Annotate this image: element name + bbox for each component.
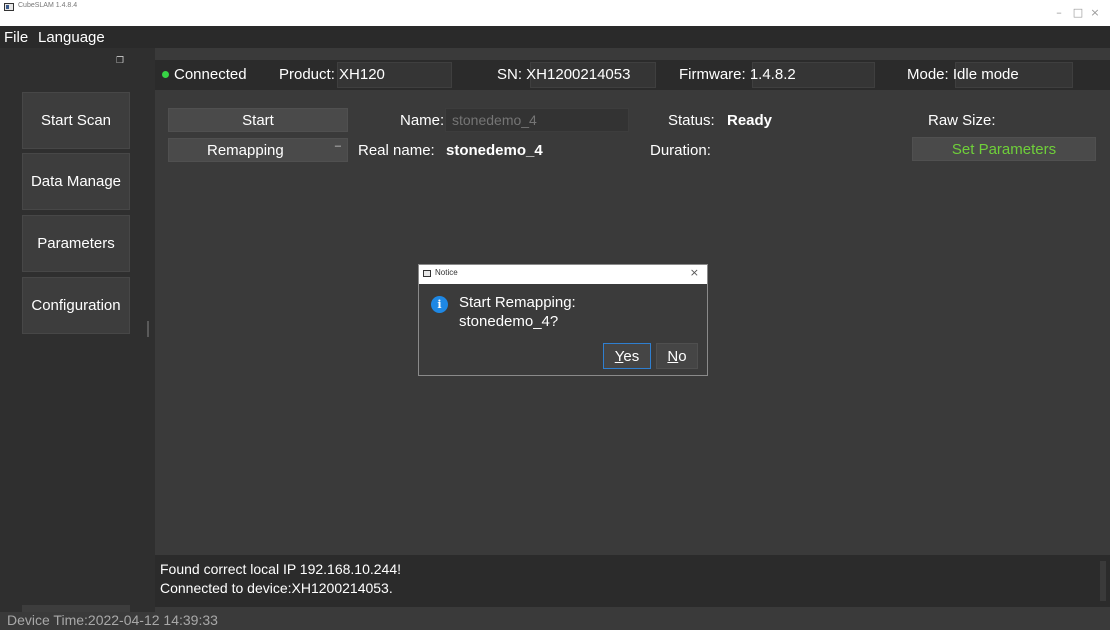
- menu-language[interactable]: Language: [38, 29, 105, 46]
- remapping-select[interactable]: Remapping –: [168, 138, 348, 162]
- real-name-label: Real name:: [358, 142, 435, 159]
- window-title: CubeSLAM 1.4.8.4: [18, 2, 78, 9]
- remapping-select-label: Remapping: [207, 141, 284, 159]
- start-button[interactable]: Start: [168, 108, 348, 132]
- raw-size-label: Raw Size:: [928, 112, 996, 129]
- dialog-message-line: Start Remapping:: [459, 294, 576, 311]
- splitter-handle[interactable]: [147, 321, 149, 337]
- device-info-bar: Connected Product: XH120 SN: XH120021405…: [155, 60, 1110, 90]
- dialog-close-icon[interactable]: ×: [690, 266, 699, 279]
- chevron-down-icon: –: [334, 140, 341, 152]
- status-label: Status:: [668, 112, 715, 129]
- mode-info: Mode: Idle mode: [907, 66, 1019, 83]
- yes-button[interactable]: Yes: [603, 343, 651, 369]
- status-bar: Device Time:2022-04-12 14:39:33: [0, 612, 1110, 630]
- sidebar-item-data-manage[interactable]: Data Manage: [22, 153, 130, 210]
- close-icon[interactable]: ×: [1080, 0, 1110, 26]
- menu-file[interactable]: File: [4, 29, 28, 46]
- window-title-bar: CubeSLAM 1.4.8.4 – □ ×: [0, 0, 1110, 26]
- real-name-value: stonedemo_4: [446, 142, 543, 159]
- set-parameters-button[interactable]: Set Parameters: [912, 137, 1096, 161]
- connection-status: Connected: [174, 66, 247, 83]
- dialog-message: Start Remapping: stonedemo_4?: [459, 293, 679, 331]
- dialog-app-icon: [423, 270, 431, 277]
- no-button-label: No: [667, 347, 687, 365]
- app-icon: [4, 3, 14, 11]
- device-time: Device Time:2022-04-12 14:39:33: [7, 612, 218, 628]
- duration-label: Duration:: [650, 142, 711, 159]
- log-line: Connected to device:XH1200214053.: [160, 580, 393, 596]
- sidebar-item-configuration[interactable]: Configuration: [22, 277, 130, 334]
- dialog-message-line: stonedemo_4?: [459, 313, 559, 330]
- status-value: Ready: [727, 112, 773, 129]
- sn-info: SN: XH1200214053: [497, 66, 631, 83]
- float-dock-icon[interactable]: ❐: [116, 56, 124, 66]
- dialog-title-bar: Notice ×: [419, 265, 707, 284]
- sidebar-item-parameters[interactable]: Parameters: [22, 215, 130, 272]
- name-input[interactable]: [445, 108, 629, 132]
- log-line: Found correct local IP 192.168.10.244!: [160, 561, 402, 577]
- sidebar-item-start-scan[interactable]: Start Scan: [22, 92, 130, 149]
- log-panel: Found correct local IP 192.168.10.244! C…: [155, 555, 1110, 607]
- connection-status-icon: [162, 71, 169, 78]
- log-scrollbar[interactable]: [1100, 561, 1106, 601]
- product-info: Product: XH120: [279, 66, 385, 83]
- firmware-info: Firmware: 1.4.8.2: [679, 66, 796, 83]
- info-icon: i: [431, 296, 448, 313]
- no-button[interactable]: No: [656, 343, 698, 369]
- notice-dialog: Notice × i Start Remapping: stonedemo_4?…: [418, 264, 708, 376]
- name-label: Name:: [400, 112, 445, 129]
- menu-bar: File Language: [0, 26, 1110, 48]
- dialog-title: Notice: [435, 268, 458, 277]
- yes-button-label: Yes: [614, 347, 640, 365]
